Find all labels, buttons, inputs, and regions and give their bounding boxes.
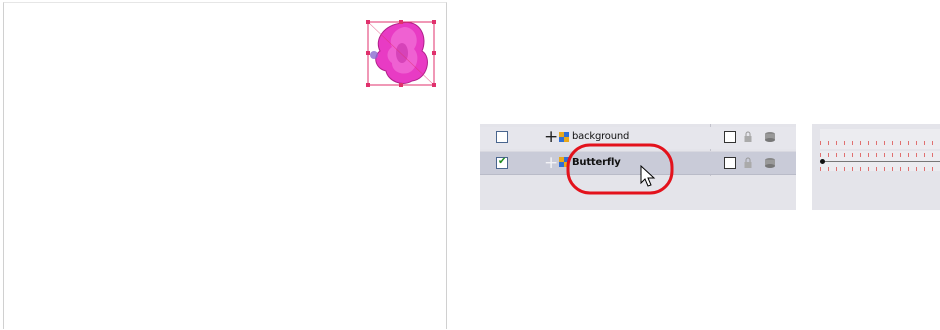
selection-handle — [366, 83, 370, 87]
timeline-track-line — [824, 161, 940, 162]
highlight-circle — [566, 143, 674, 195]
disk-icon[interactable] — [764, 131, 776, 143]
add-icon[interactable]: + — [544, 153, 558, 173]
enable-checkbox[interactable]: ✔ — [496, 156, 508, 169]
enable-checkbox[interactable] — [496, 131, 508, 143]
timeline-ticks — [820, 153, 940, 157]
keyframe-marker[interactable] — [820, 159, 825, 164]
disk-icon[interactable] — [764, 157, 776, 169]
selection-handle — [366, 20, 370, 24]
selection-handle — [366, 51, 370, 55]
timeline-row-background[interactable] — [820, 129, 940, 149]
stage-canvas[interactable] — [3, 2, 447, 329]
timeline-ticks — [820, 167, 940, 171]
lock-icon[interactable] — [743, 157, 753, 169]
selection-handle — [432, 20, 436, 24]
butterfly-drawing[interactable] — [362, 17, 438, 91]
timeline-ticks — [820, 141, 940, 145]
checkmark-icon: ✔ — [498, 156, 507, 167]
timeline-row-butterfly[interactable] — [820, 151, 940, 171]
outline-toggle[interactable] — [724, 131, 736, 143]
timeline-panel[interactable] — [812, 124, 940, 210]
mouse-cursor-icon — [640, 165, 656, 187]
add-icon[interactable]: + — [544, 127, 558, 147]
selection-handle — [399, 20, 403, 24]
selection-handle — [399, 83, 403, 87]
lock-icon[interactable] — [743, 131, 753, 143]
butterfly-selection-box[interactable] — [362, 17, 438, 91]
selection-handle — [432, 83, 436, 87]
selection-handle — [432, 51, 436, 55]
outline-toggle[interactable] — [724, 157, 736, 169]
